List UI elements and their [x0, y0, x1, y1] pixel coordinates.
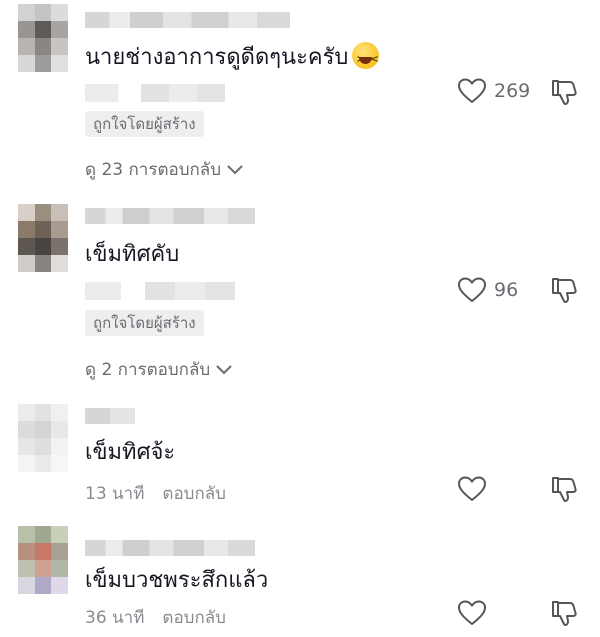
like-button[interactable]: 269: [458, 78, 530, 104]
heart-icon: [458, 78, 486, 103]
creator-liked-badge: ถูกใจโดยผู้สร้าง: [85, 111, 204, 137]
thumbs-down-icon: [552, 477, 577, 502]
grinning-squinting-face-icon: [352, 42, 380, 75]
comment-time: 13 นาที: [85, 484, 145, 504]
thumbs-down-icon: [552, 278, 577, 303]
dislike-button[interactable]: [550, 475, 578, 507]
thumbs-down-icon: [552, 601, 577, 626]
username-blurred[interactable]: [85, 540, 255, 556]
comment-text-content: นายช่างอาการดูดีดๆนะครับ: [85, 45, 349, 70]
meta-blurred: [85, 282, 235, 300]
comment-text: เข็มทิศจ้ะ: [85, 440, 176, 465]
dislike-button[interactable]: [550, 276, 578, 308]
comment-text: เข็มทิศคับ: [85, 242, 180, 267]
like-button[interactable]: [458, 476, 486, 502]
chevron-down-icon: [227, 164, 243, 174]
view-replies-button[interactable]: ดู 23 การตอบกลับ: [85, 156, 243, 183]
comment-text: นายช่างอาการดูดีดๆนะครับ: [85, 42, 380, 75]
view-replies-label: ดู 2 การตอบกลับ: [85, 360, 211, 380]
reply-button[interactable]: ตอบกลับ: [162, 608, 226, 628]
comment-text: เข็มบวชพระสึกแล้ว: [85, 568, 269, 593]
meta-blurred: [85, 84, 225, 102]
like-count: 269: [494, 80, 531, 102]
avatar[interactable]: [18, 4, 68, 72]
username-blurred[interactable]: [85, 12, 290, 28]
dislike-button[interactable]: [550, 78, 578, 110]
avatar[interactable]: [18, 404, 68, 472]
like-button[interactable]: [458, 600, 486, 626]
heart-icon: [458, 600, 486, 625]
comment-item: นายช่างอาการดูดีดๆนะครับ ถูกใจโดยผู้สร้า…: [0, 0, 600, 200]
creator-liked-badge: ถูกใจโดยผู้สร้าง: [85, 310, 204, 336]
comment-time: 36 นาที: [85, 608, 145, 628]
comment-meta: 36 นาที ตอบกลับ: [85, 604, 226, 631]
heart-icon: [458, 277, 486, 302]
comment-item: เข็มทิศจ้ะ 13 นาที ตอบกลับ: [0, 400, 600, 518]
dislike-button[interactable]: [550, 599, 578, 631]
view-replies-label: ดู 23 การตอบกลับ: [85, 160, 221, 180]
comment-meta: 13 นาที ตอบกลับ: [85, 480, 226, 507]
avatar[interactable]: [18, 204, 68, 272]
chevron-down-icon: [216, 364, 232, 374]
like-button[interactable]: 96: [458, 277, 518, 303]
view-replies-button[interactable]: ดู 2 การตอบกลับ: [85, 356, 232, 383]
like-count: 96: [494, 279, 519, 301]
avatar[interactable]: [18, 526, 68, 594]
comment-item: เข็มทิศคับ ถูกใจโดยผู้สร้าง ดู 2 การตอบก…: [0, 200, 600, 400]
reply-button[interactable]: ตอบกลับ: [162, 484, 226, 504]
username-blurred[interactable]: [85, 408, 135, 424]
username-blurred[interactable]: [85, 208, 255, 224]
comment-item: เข็มบวชพระสึกแล้ว 36 นาที ตอบกลับ: [0, 518, 600, 637]
heart-icon: [458, 476, 486, 501]
thumbs-down-icon: [552, 80, 577, 105]
